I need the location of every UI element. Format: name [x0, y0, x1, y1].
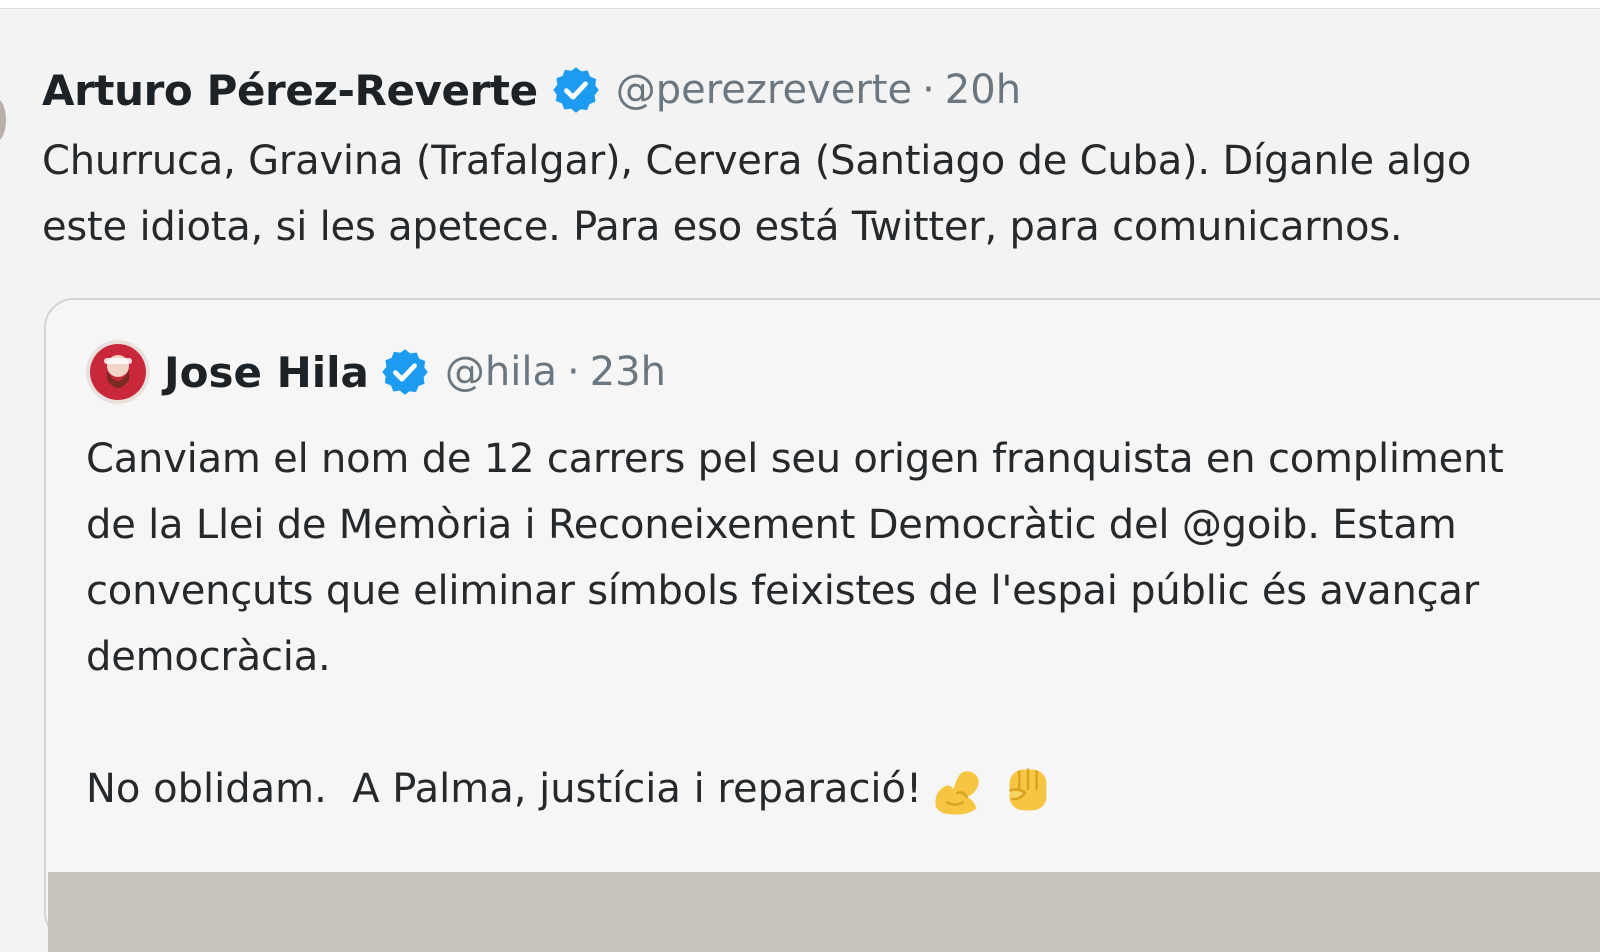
quoted-text-line: convençuts que eliminar símbols feixiste…: [86, 568, 1479, 614]
tweet-text-line: Churruca, Gravina (Trafalgar), Cervera (…: [42, 138, 1472, 184]
quoted-tweet-card[interactable]: Jose Hila @hila · 23h Canviam el nom de …: [44, 298, 1600, 952]
quoted-text-line: de la Llei de Memòria i Reconeixement De…: [86, 502, 1457, 548]
author-name[interactable]: Arturo Pérez-Reverte: [42, 66, 538, 115]
author-avatar-partial[interactable]: [0, 98, 6, 142]
header-separator: ·: [566, 349, 580, 395]
quoted-tweet-closing: No oblidam. A Palma, justícia i reparaci…: [86, 756, 1058, 822]
tweet-header: Arturo Pérez-Reverte @perezreverte · 20h: [42, 58, 1600, 122]
tweet-timestamp[interactable]: 20h: [945, 67, 1021, 113]
author-handle[interactable]: @perezreverte: [616, 67, 912, 113]
quoted-author-name[interactable]: Jose Hila: [164, 348, 369, 397]
top-divider: [0, 8, 1600, 9]
quoted-text-line: democràcia.: [86, 634, 331, 680]
quoted-tweet-media[interactable]: [48, 872, 1600, 952]
raised-fist-emoji-icon: [1009, 768, 1047, 811]
tweet-text: Churruca, Gravina (Trafalgar), Cervera (…: [42, 128, 1600, 260]
flexed-biceps-emoji-icon: [935, 771, 979, 815]
quoted-closing-line: No oblidam. A Palma, justícia i reparaci…: [86, 766, 923, 812]
verified-badge-icon: [382, 349, 428, 395]
verified-badge-icon: [552, 67, 599, 113]
top-strip: [0, 0, 1600, 8]
quoted-tweet-text: Canviam el nom de 12 carrers pel seu ori…: [86, 426, 1504, 690]
quoted-tweet-header: Jose Hila @hila · 23h: [86, 340, 666, 404]
quoted-author-handle[interactable]: @hila: [445, 349, 557, 395]
main-tweet[interactable]: Arturo Pérez-Reverte @perezreverte · 20h…: [42, 58, 1600, 260]
quoted-author-avatar[interactable]: [86, 340, 150, 404]
tweet-text-line: este idiota, si les apetece. Para eso es…: [42, 204, 1403, 250]
quoted-text-line: Canviam el nom de 12 carrers pel seu ori…: [86, 436, 1504, 482]
header-separator: ·: [922, 67, 935, 113]
quoted-tweet-timestamp[interactable]: 23h: [590, 349, 666, 395]
